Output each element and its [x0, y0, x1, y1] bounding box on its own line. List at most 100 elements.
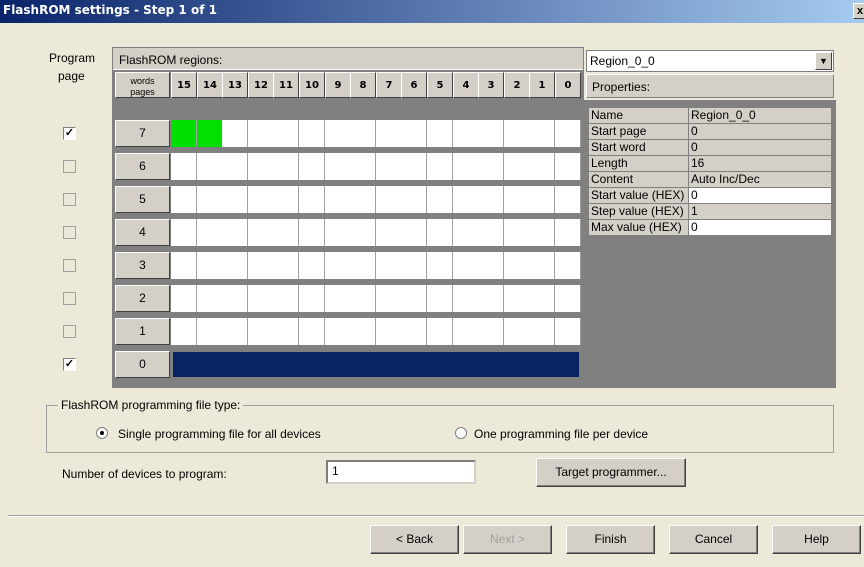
word-cell-selected[interactable] — [171, 120, 197, 147]
program-page-checkbox[interactable] — [63, 226, 76, 239]
word-cell[interactable] — [376, 252, 402, 279]
word-cell[interactable] — [555, 219, 581, 246]
word-cell[interactable] — [376, 219, 402, 246]
word-cell[interactable] — [350, 252, 376, 279]
word-cell[interactable] — [427, 120, 453, 147]
word-cell[interactable] — [504, 252, 530, 279]
word-cell[interactable] — [350, 120, 376, 147]
word-cell[interactable] — [504, 186, 530, 213]
word-cell[interactable] — [529, 252, 555, 279]
word-cell[interactable] — [478, 153, 504, 180]
word-cell-selected[interactable] — [197, 120, 223, 147]
page-button[interactable]: 2 — [115, 285, 170, 312]
radio-single-file[interactable] — [96, 427, 108, 439]
word-cell[interactable] — [401, 285, 427, 312]
word-cell[interactable] — [273, 318, 299, 345]
word-cell[interactable] — [248, 285, 274, 312]
word-cell[interactable] — [171, 252, 197, 279]
help-button[interactable]: Help — [772, 525, 861, 554]
word-cell[interactable] — [248, 219, 274, 246]
word-cell[interactable] — [325, 318, 351, 345]
property-value[interactable]: 0 — [688, 219, 832, 236]
word-cell[interactable] — [350, 318, 376, 345]
word-cell[interactable] — [222, 219, 248, 246]
word-cell[interactable] — [478, 252, 504, 279]
devices-input[interactable]: 1 — [326, 460, 476, 484]
word-cell[interactable] — [427, 318, 453, 345]
word-cell[interactable] — [478, 318, 504, 345]
word-cell[interactable] — [478, 186, 504, 213]
word-cell[interactable] — [427, 219, 453, 246]
word-cell[interactable] — [478, 219, 504, 246]
page-button[interactable]: 5 — [115, 186, 170, 213]
word-cell[interactable] — [504, 318, 530, 345]
word-cell[interactable] — [273, 252, 299, 279]
word-cell[interactable] — [171, 186, 197, 213]
word-cell[interactable] — [427, 252, 453, 279]
word-cell[interactable] — [376, 120, 402, 147]
chevron-down-icon[interactable]: ▼ — [815, 52, 832, 70]
word-cell[interactable] — [248, 186, 274, 213]
word-cell[interactable] — [299, 153, 325, 180]
word-cell[interactable] — [453, 252, 479, 279]
word-cell[interactable] — [222, 252, 248, 279]
word-cell[interactable] — [350, 186, 376, 213]
word-cell[interactable] — [376, 285, 402, 312]
page-button[interactable]: 0 — [115, 351, 170, 378]
word-cell[interactable] — [427, 285, 453, 312]
word-cell[interactable] — [529, 285, 555, 312]
page-button[interactable]: 3 — [115, 252, 170, 279]
cancel-button[interactable]: Cancel — [669, 525, 758, 554]
program-page-checkbox[interactable]: ✓ — [63, 358, 76, 371]
word-cell[interactable] — [453, 219, 479, 246]
radio-per-device-label[interactable]: One programming file per device — [474, 427, 648, 441]
word-cell[interactable] — [325, 153, 351, 180]
word-cell[interactable] — [529, 120, 555, 147]
word-cell[interactable] — [299, 252, 325, 279]
word-cell[interactable] — [555, 252, 581, 279]
full-region-block[interactable] — [173, 352, 579, 377]
back-button[interactable]: < Back — [370, 525, 459, 554]
word-cell[interactable] — [299, 285, 325, 312]
word-cell[interactable] — [248, 153, 274, 180]
word-cell[interactable] — [197, 318, 223, 345]
word-cell[interactable] — [171, 318, 197, 345]
word-cell[interactable] — [197, 186, 223, 213]
word-cell[interactable] — [299, 318, 325, 345]
word-cell[interactable] — [248, 318, 274, 345]
page-button[interactable]: 6 — [115, 153, 170, 180]
word-cell[interactable] — [401, 318, 427, 345]
word-cell[interactable] — [222, 186, 248, 213]
word-cell[interactable] — [453, 153, 479, 180]
word-cell[interactable] — [273, 153, 299, 180]
word-cell[interactable] — [427, 186, 453, 213]
word-cell[interactable] — [273, 219, 299, 246]
word-cell[interactable] — [325, 252, 351, 279]
word-cell[interactable] — [222, 153, 248, 180]
property-value[interactable]: 0 — [688, 187, 832, 204]
word-cell[interactable] — [453, 285, 479, 312]
word-cell[interactable] — [555, 120, 581, 147]
word-cell[interactable] — [504, 219, 530, 246]
word-cell[interactable] — [376, 318, 402, 345]
word-cell[interactable] — [504, 285, 530, 312]
word-cell[interactable] — [248, 252, 274, 279]
word-cell[interactable] — [299, 120, 325, 147]
word-cell[interactable] — [555, 285, 581, 312]
word-cell[interactable] — [299, 219, 325, 246]
word-cell[interactable] — [350, 219, 376, 246]
word-cell[interactable] — [453, 186, 479, 213]
word-cell[interactable] — [197, 285, 223, 312]
word-cell[interactable] — [197, 219, 223, 246]
word-cell[interactable] — [350, 153, 376, 180]
word-cell[interactable] — [273, 120, 299, 147]
word-cell[interactable] — [273, 186, 299, 213]
word-cell[interactable] — [401, 186, 427, 213]
word-cell[interactable] — [555, 318, 581, 345]
radio-per-device[interactable] — [455, 427, 467, 439]
radio-single-file-label[interactable]: Single programming file for all devices — [118, 427, 321, 441]
word-cell[interactable] — [325, 219, 351, 246]
word-cell[interactable] — [376, 186, 402, 213]
program-page-checkbox[interactable] — [63, 160, 76, 173]
word-cell[interactable] — [555, 186, 581, 213]
